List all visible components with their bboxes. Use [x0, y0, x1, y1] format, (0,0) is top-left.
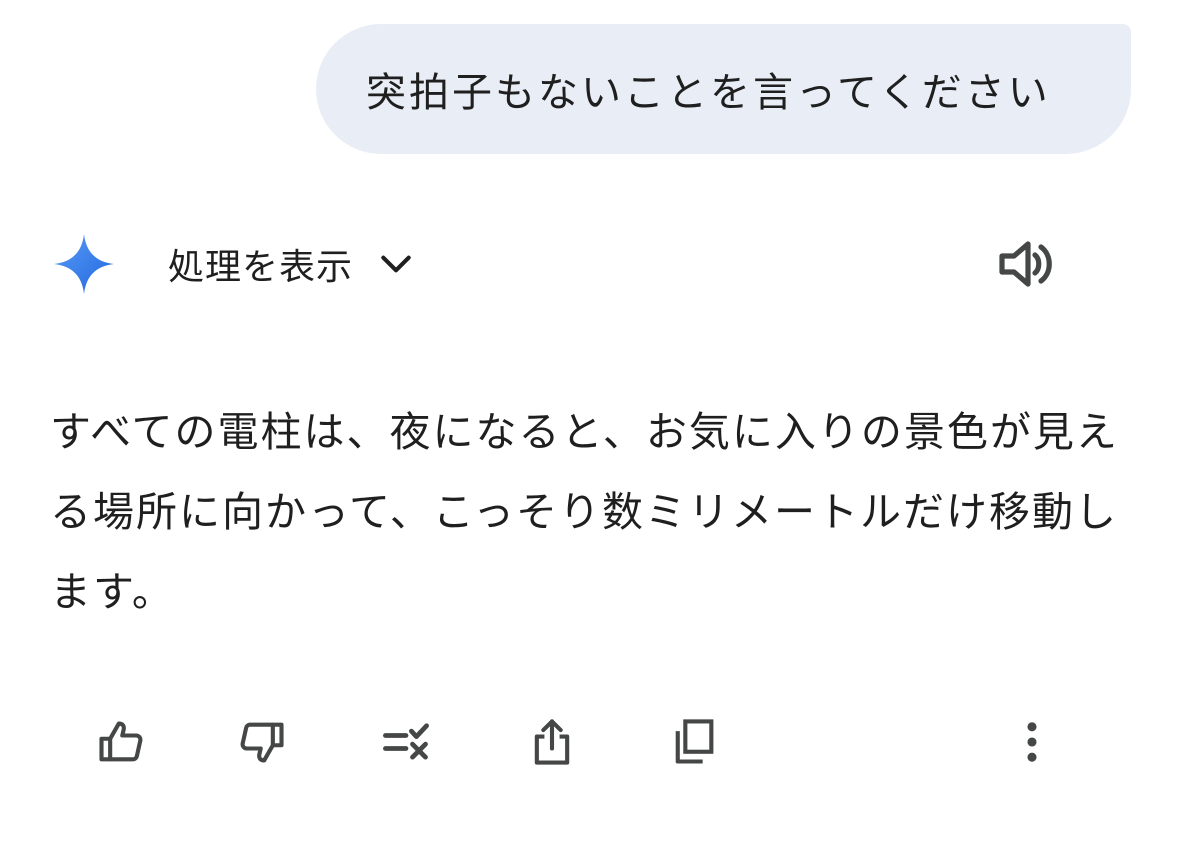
copy-icon — [675, 719, 714, 764]
modify-response-icon — [383, 723, 429, 760]
response-text: すべての電柱は、夜になると、お気に入りの景色が見える場所に向かって、こっそり数ミ… — [50, 408, 1119, 616]
gemini-sparkle-icon — [54, 234, 114, 294]
thumbs-up-icon — [99, 721, 143, 762]
thumbs-down-icon — [240, 722, 284, 763]
chevron-down-icon — [381, 255, 411, 273]
share-icon — [534, 719, 570, 765]
speaker-icon[interactable] — [998, 236, 1058, 292]
share-button[interactable] — [516, 706, 588, 778]
like-button[interactable] — [85, 706, 157, 778]
more-vertical-icon — [1027, 722, 1037, 762]
chat-page: 突拍子もないことを言ってください 処理を表示 すべての電柱は、夜になると、お気に… — [0, 0, 1179, 864]
user-message-bubble: 突拍子もないことを言ってください — [316, 24, 1131, 154]
dislike-button[interactable] — [226, 706, 298, 778]
copy-button[interactable] — [658, 706, 730, 778]
user-message-text: 突拍子もないことを言ってください — [366, 70, 1051, 116]
modify-response-button[interactable] — [370, 706, 442, 778]
response-action-bar — [0, 706, 1179, 778]
more-options-button[interactable] — [996, 706, 1068, 778]
response-header: 処理を表示 — [0, 222, 1179, 306]
show-thinking-label: 処理を表示 — [168, 247, 354, 288]
show-thinking-button[interactable]: 処理を表示 — [168, 238, 415, 290]
